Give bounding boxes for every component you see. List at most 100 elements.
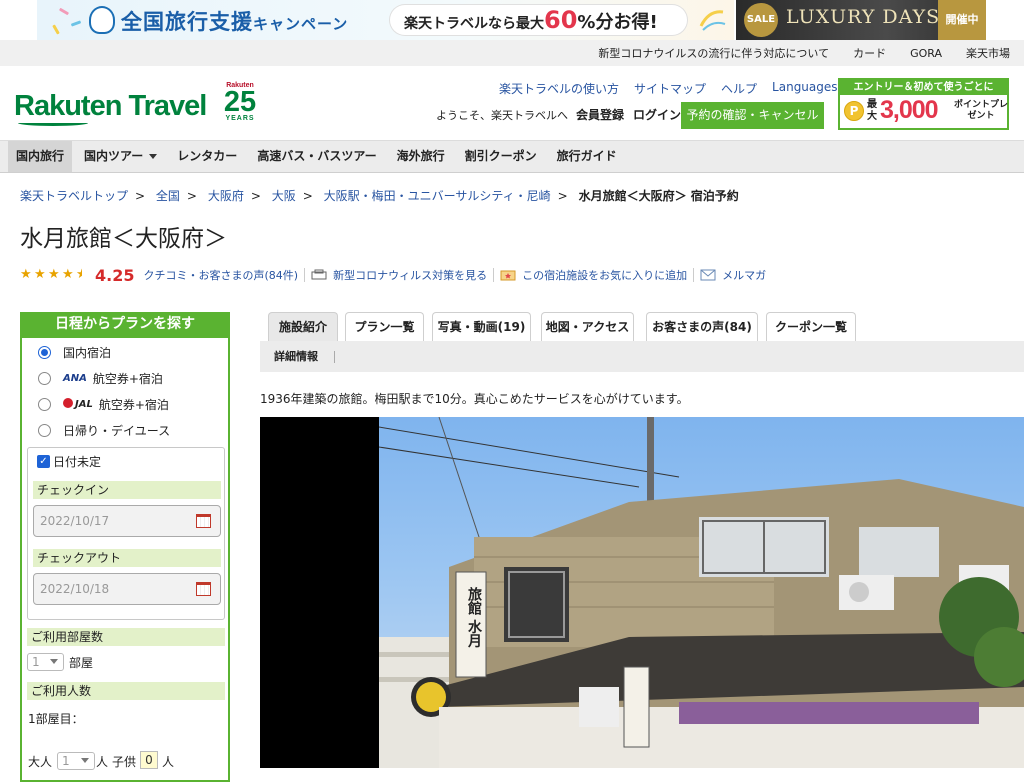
points-promo-banner[interactable]: エントリー＆初めて使うごとに P 最大 3,000 ポイントプレゼント [838, 78, 1009, 130]
tab-plan-list[interactable]: プラン一覧 [345, 312, 424, 342]
point-coin-icon: P [844, 101, 864, 121]
hotel-tabs: 施設紹介 プラン一覧 写真・動画(19) 地図・アクセス お客さまの声(84) … [260, 312, 1024, 342]
nav-highway-bus[interactable]: 高速バス・バスツアー [249, 141, 384, 172]
offer-suffix: %分お得! [577, 12, 658, 33]
welcome-text: ようこそ、楽天トラベルへ [436, 109, 568, 122]
child-label: 子供 [112, 755, 137, 769]
breadcrumb-top[interactable]: 楽天トラベルトップ [20, 189, 128, 203]
checkin-date-input[interactable]: 2022/10/17 [33, 505, 221, 537]
option-day-use[interactable]: 日帰り・デイユース [38, 421, 218, 439]
luxury-days-text: LUXURY DAYS [786, 6, 941, 28]
covid-measures-link[interactable]: 新型コロナウィルス対策を見る [333, 267, 487, 283]
radio-button[interactable] [38, 371, 51, 385]
offer-prefix: 楽天トラベルなら最大 [404, 16, 544, 32]
search-panel-title: 日程からプランを探す [20, 312, 230, 338]
header-links: 楽天トラベルの使い方 サイトマップ ヘルプ Languages [499, 80, 866, 97]
breadcrumb-separator: > [135, 189, 146, 203]
reservation-confirm-button[interactable]: 予約の確認・キャンセル [681, 102, 824, 129]
add-favorite-link[interactable]: この宿泊施設をお気に入りに追加 [522, 267, 687, 283]
nav-domestic-tour-label: 国内ツアー [84, 149, 144, 163]
sub-tab-bar: 詳細情報 [260, 341, 1024, 372]
adult-select[interactable]: 1 [57, 752, 95, 770]
howto-link[interactable]: 楽天トラベルの使い方 [499, 80, 619, 97]
checkmark-icon[interactable]: ✓ [37, 455, 50, 468]
campaign-banner[interactable]: 全国旅行支援キャンペーン 楽天トラベルなら最大60%分お得! [37, 0, 734, 40]
child-count[interactable]: 0 [140, 751, 158, 769]
promo-max-label: 最大 [867, 99, 877, 122]
rooms-select[interactable]: 1 [27, 653, 64, 671]
divider [693, 268, 695, 282]
favorite-folder-icon [500, 270, 516, 281]
child-unit: 人 [162, 755, 175, 769]
logo-swoosh [18, 120, 88, 126]
review-link[interactable]: クチコミ・お客さまの声(84件) [143, 267, 298, 283]
utility-link-covid[interactable]: 新型コロナウイルスの流行に伴う対応について [598, 45, 829, 61]
checkout-date-value: 2022/10/18 [40, 582, 110, 596]
nav-domestic-travel[interactable]: 国内旅行 [8, 141, 73, 172]
luxury-status: 開催中 [938, 0, 986, 40]
date-undecided-checkbox[interactable]: ✓ 日付未定 [37, 453, 101, 470]
page-title: 水月旅館＜大阪府＞ [20, 226, 227, 252]
sitemap-link[interactable]: サイトマップ [634, 80, 706, 97]
anniversary-number: 25 [223, 86, 257, 118]
nav-domestic-tour[interactable]: 国内ツアー [76, 141, 165, 172]
site-header: Rakuten Travel Rakuten 25 YEARS 楽天トラベルの使… [0, 66, 1024, 140]
anniversary-label: YEARS [225, 115, 255, 122]
tab-coupons[interactable]: クーポン一覧 [766, 312, 856, 342]
nav-rental-car[interactable]: レンタカー [169, 141, 245, 172]
register-link[interactable]: 会員登録 [576, 106, 624, 123]
tab-reviews[interactable]: お客さまの声(84) [646, 312, 758, 342]
promo-subtext: ポイントプレゼント [954, 100, 1009, 121]
utility-link-gora[interactable]: GORA [910, 47, 942, 60]
breadcrumb-osaka-pref[interactable]: 大阪府 [208, 189, 244, 203]
radio-button[interactable] [38, 423, 51, 437]
help-link[interactable]: ヘルプ [721, 80, 757, 97]
jal-crane-icon [63, 398, 73, 408]
breadcrumb-osaka[interactable]: 大阪 [272, 189, 296, 203]
subtab-details[interactable]: 詳細情報 [274, 341, 318, 372]
radio-button[interactable] [38, 345, 51, 359]
option-jal-package[interactable]: JAL 航空券+宿泊 [38, 395, 218, 413]
rakuten-travel-logo[interactable]: Rakuten Travel [14, 90, 207, 123]
breadcrumb-separator: > [186, 189, 197, 203]
radio-button[interactable] [38, 397, 51, 411]
utility-link-ichiba[interactable]: 楽天市場 [966, 45, 1010, 61]
breadcrumb-current: 水月旅館＜大阪府＞ 宿泊予約 [578, 189, 739, 203]
calendar-icon[interactable] [196, 582, 211, 596]
rating-stars: ★ ★ ★ ★ ★ [20, 268, 92, 282]
rating-row: ★ ★ ★ ★ ★ 4.25 クチコミ・お客さまの声(84件) 新型コロナウィル… [20, 265, 766, 285]
top-banner[interactable]: 全国旅行支援キャンペーン 楽天トラベルなら最大60%分お得! SALE LUXU… [0, 0, 1024, 40]
breadcrumb-area[interactable]: 大阪駅・梅田・ユニバーサルシティ・尼崎 [324, 189, 551, 203]
nav-overseas-travel[interactable]: 海外旅行 [389, 141, 453, 172]
luxury-days-banner[interactable]: SALE LUXURY DAYS 開催中 [736, 0, 986, 40]
tab-facility-info[interactable]: 施設紹介 [268, 312, 338, 342]
jal-logo-icon: JAL [63, 398, 93, 410]
breadcrumb-separator: > [250, 189, 261, 203]
confetti-decoration [70, 20, 82, 27]
rating-score: 4.25 [95, 265, 135, 285]
checkout-date-input[interactable]: 2022/10/18 [33, 573, 221, 605]
star-icon: ★ [20, 267, 32, 282]
newsletter-link[interactable]: メルマガ [722, 267, 766, 283]
checkin-label: チェックイン [33, 481, 221, 499]
rooms-unit: 部屋 [69, 656, 94, 670]
hotel-photo[interactable]: 旅館 水月 [260, 417, 1024, 768]
date-box: ✓ 日付未定 チェックイン 2022/10/17 チェックアウト 2022/10/… [27, 447, 225, 620]
building-photo: 旅館 水月 [379, 417, 1024, 768]
option-domestic-stay[interactable]: 国内宿泊 [38, 343, 218, 361]
room1-label: 1部屋目： [28, 712, 84, 726]
tab-map-access[interactable]: 地図・アクセス [541, 312, 634, 342]
breadcrumb-nationwide[interactable]: 全国 [156, 189, 180, 203]
option-ana-package[interactable]: ANA 航空券+宿泊 [38, 369, 218, 387]
breadcrumb-separator: > [557, 189, 568, 203]
breadcrumb: 楽天トラベルトップ > 全国 > 大阪府 > 大阪 > 大阪駅・梅田・ユニバーサルシティ… [20, 187, 746, 204]
nav-travel-guide[interactable]: 旅行ガイド [549, 141, 625, 172]
utility-link-card[interactable]: カード [853, 45, 886, 61]
mascot-icon [89, 6, 115, 34]
nav-coupons[interactable]: 割引クーポン [457, 141, 545, 172]
divider [304, 268, 306, 282]
calendar-icon[interactable] [196, 514, 211, 528]
login-link[interactable]: ログイン [633, 106, 681, 123]
tab-photos-videos[interactable]: 写真・動画(19) [432, 312, 531, 342]
option-label: 航空券+宿泊 [98, 397, 169, 412]
